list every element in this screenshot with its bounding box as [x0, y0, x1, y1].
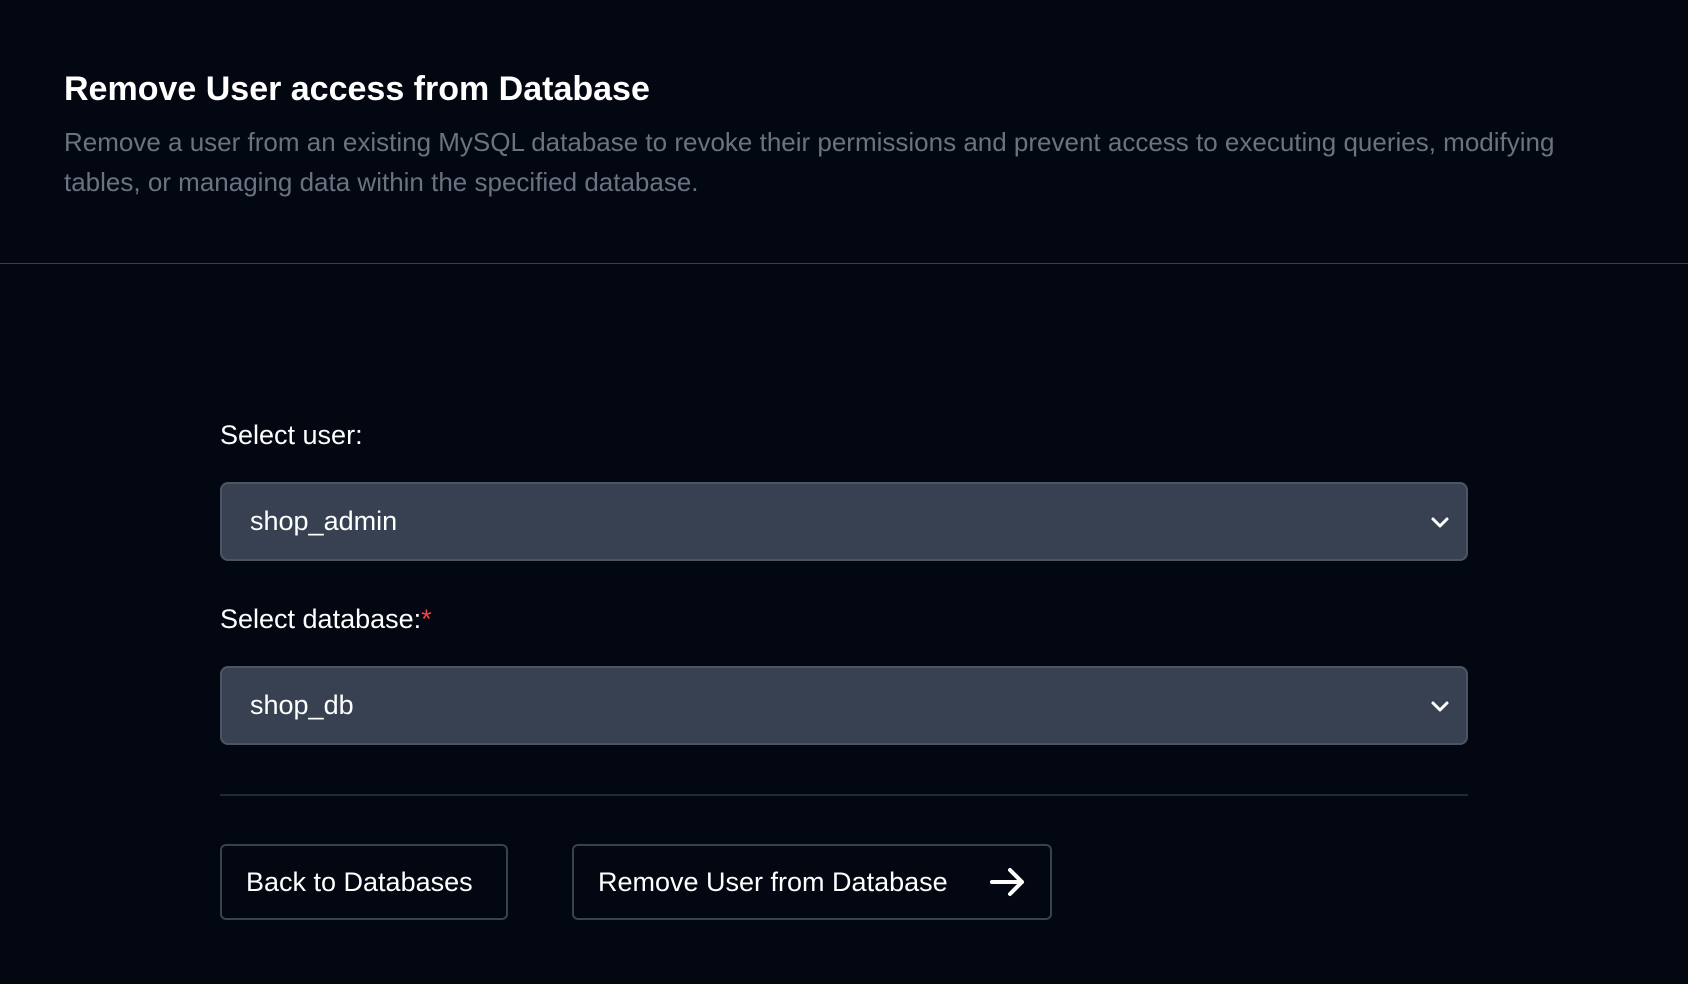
chevron-down-icon	[1431, 701, 1449, 712]
select-database-value: shop_db	[250, 690, 354, 720]
page-description: Remove a user from an existing MySQL dat…	[64, 127, 1555, 197]
select-database-label: Select database:*	[220, 604, 432, 635]
select-database-dropdown[interactable]: shop_db	[220, 666, 1468, 745]
select-user-value: shop_admin	[250, 506, 398, 536]
select-user-label-text: Select user:	[220, 420, 363, 450]
back-to-databases-button[interactable]: Back to Databases	[220, 844, 508, 920]
page-header: Remove User access from Database Remove …	[0, 0, 1688, 264]
chevron-down-icon	[1431, 517, 1449, 528]
select-user-dropdown[interactable]: shop_admin	[220, 482, 1468, 561]
page-title: Remove User access from Database	[64, 70, 650, 108]
form-divider	[220, 794, 1468, 796]
select-user-label: Select user:	[220, 420, 363, 451]
select-database-label-text: Select database:	[220, 604, 422, 634]
page: Remove User access from Database Remove …	[0, 0, 1688, 984]
remove-user-label: Remove User from Database	[598, 867, 948, 897]
back-to-databases-label: Back to Databases	[246, 867, 473, 897]
arrow-right-icon	[990, 868, 1024, 896]
remove-user-button[interactable]: Remove User from Database	[572, 844, 1052, 920]
required-mark: *	[421, 604, 432, 634]
